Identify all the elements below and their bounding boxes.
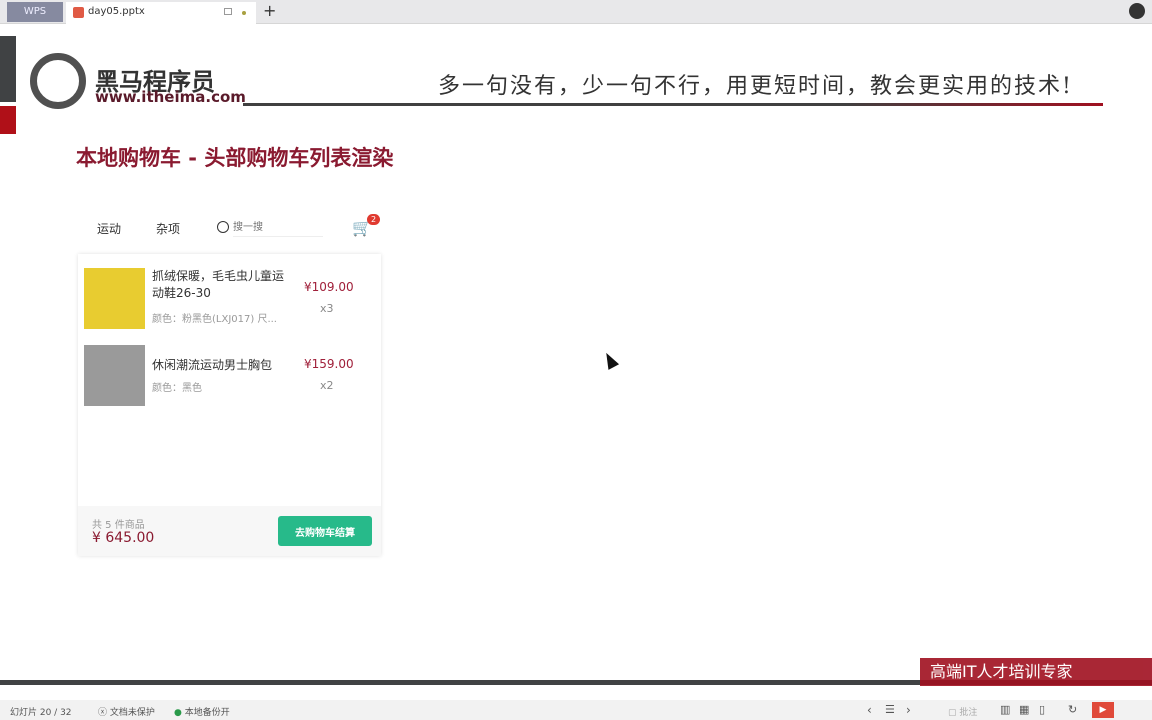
brand-banner: 高端IT人才培训专家: [920, 658, 1152, 686]
new-tab-button[interactable]: +: [263, 1, 276, 20]
status-bar: 幻灯片 20 / 32 ⓧ 文档未保护 ● 本地备份开 ‹ ☰ › ▢ 批注 ▥…: [0, 700, 1152, 720]
item-count: 共 5 件商品: [92, 520, 145, 531]
product-qty: x3: [320, 302, 334, 315]
normal-view-icon[interactable]: ▥: [1000, 703, 1010, 716]
monitor-icon[interactable]: [224, 8, 232, 15]
tab-label: day05.pptx: [88, 6, 145, 17]
product-qty: x2: [320, 379, 334, 392]
protect-label: 文档未保护: [109, 708, 155, 718]
horse-logo-icon: [30, 53, 86, 109]
pptx-file-icon: [73, 7, 84, 18]
backup-label: 本地备份开: [184, 708, 230, 718]
unsaved-dot-icon: [242, 11, 246, 15]
decor-bar: [0, 36, 16, 102]
next-slide-icon[interactable]: ›: [906, 703, 911, 717]
decor-bar-red: [0, 106, 16, 134]
backup-status[interactable]: ● 本地备份开: [174, 705, 230, 718]
checkout-button[interactable]: 去购物车结算: [278, 516, 372, 546]
search-input[interactable]: [233, 219, 323, 237]
product-image: [84, 345, 145, 406]
tab-wps[interactable]: WPS: [7, 2, 63, 22]
product-attr: 颜色：粉黑色(LXJ017) 尺...: [152, 314, 277, 325]
slide-counter: 幻灯片 20 / 32: [10, 708, 72, 718]
slide-canvas: 黑马程序员 www.itheima.com 多一句没有，少一句不行，用更短时间，…: [0, 36, 1152, 685]
refresh-icon[interactable]: ↻: [1068, 703, 1077, 716]
product-name: 抓绒保暖，毛毛虫儿童运动鞋26-30: [152, 269, 285, 300]
cart-item[interactable]: 抓绒保暖，毛毛虫儿童运动鞋26-30 颜色：粉黑色(LXJ017) 尺... ¥…: [84, 268, 374, 330]
slide-title: 本地购物车 - 头部购物车列表渲染: [76, 146, 394, 170]
logo-url: www.itheima.com: [95, 88, 246, 106]
product-price: ¥109.00: [304, 280, 354, 294]
note-label: 批注: [959, 708, 978, 718]
protect-status[interactable]: ⓧ 文档未保护: [98, 705, 155, 718]
product-price: ¥159.00: [304, 357, 354, 371]
nav-item-misc[interactable]: 杂项: [156, 220, 180, 237]
nav-item-sports[interactable]: 运动: [97, 220, 121, 237]
cart-item[interactable]: 休闲潮流运动男士胸包 颜色：黑色 ¥159.00 x2: [84, 345, 374, 407]
product-attr: 颜色：黑色: [152, 383, 202, 394]
grid-view-icon[interactable]: ▦: [1019, 703, 1029, 716]
tab-bar: WPS day05.pptx +: [0, 0, 1152, 24]
product-name: 休闲潮流运动男士胸包: [152, 358, 273, 372]
product-image: [84, 268, 145, 329]
cart-footer: 共 5 件商品 ¥ 645.00 去购物车结算: [78, 506, 381, 556]
slogan: 多一句没有，少一句不行，用更短时间，教会更实用的技术!: [438, 74, 1073, 99]
reading-view-icon[interactable]: ▯: [1039, 703, 1045, 716]
mouse-cursor-icon: [600, 350, 620, 370]
cart-badge: 2: [367, 214, 380, 225]
prev-slide-icon[interactable]: ‹: [867, 703, 872, 717]
header-divider: [243, 103, 1103, 106]
tab-document[interactable]: day05.pptx: [66, 2, 256, 24]
note-button[interactable]: ▢ 批注: [948, 705, 977, 718]
outline-icon[interactable]: ☰: [885, 703, 895, 716]
play-slideshow-button[interactable]: ▶: [1092, 702, 1114, 718]
search-icon: [217, 221, 229, 233]
cart-total: ¥ 645.00: [92, 530, 155, 546]
avatar[interactable]: [1129, 3, 1145, 19]
cart-dropdown: 抓绒保暖，毛毛虫儿童运动鞋26-30 颜色：粉黑色(LXJ017) 尺... ¥…: [78, 254, 381, 556]
